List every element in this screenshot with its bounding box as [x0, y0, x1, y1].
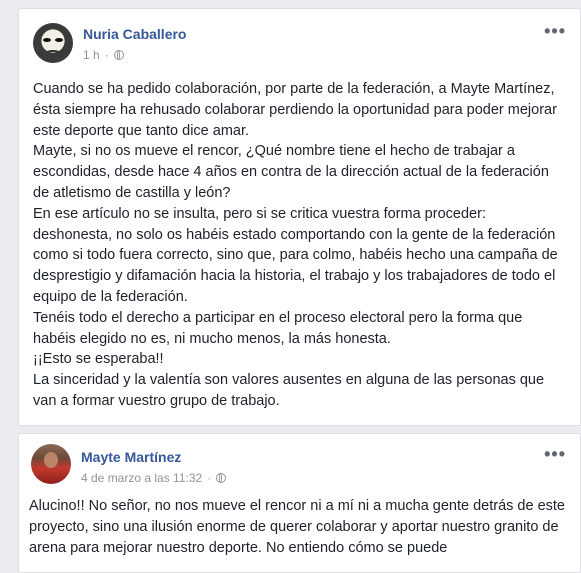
post-meta: 1 h ·: [83, 48, 124, 62]
globe-icon[interactable]: [216, 473, 227, 483]
author-avatar[interactable]: [33, 23, 73, 63]
reply-author-name[interactable]: Mayte Martínez: [81, 449, 181, 465]
post-paragraph: Mayte, si no os mueve el rencor, ¿Qué no…: [33, 143, 549, 201]
post-card: Nuria Caballero 1 h · ••• Cuando se ha p…: [18, 8, 581, 426]
post-paragraph: Cuando se ha pedido colaboración, por pa…: [33, 81, 557, 139]
dot-separator: ·: [104, 48, 109, 62]
post-options-button[interactable]: •••: [544, 21, 566, 42]
post-paragraph: En ese artículo no se insulta, pero si s…: [33, 205, 558, 305]
reply-card: Mayte Martínez 4 de marzo a las 11:32 · …: [18, 433, 581, 573]
avatar-face: [44, 452, 58, 468]
mask-mouth: [46, 50, 60, 55]
mask-eye-right: [55, 38, 63, 42]
reply-timestamp[interactable]: 4 de marzo a las 11:32: [81, 471, 202, 485]
post-body: Cuando se ha pedido colaboración, por pa…: [33, 79, 568, 412]
reply-meta: 4 de marzo a las 11:32 ·: [81, 471, 227, 485]
mask-eye-left: [43, 38, 51, 42]
post-paragraph: La sinceridad y la valentía son valores …: [33, 372, 545, 409]
reply-body: Alucino!! No señor, no nos mueve el renc…: [29, 498, 565, 556]
post-paragraph: Tenéis todo el derecho a participar en e…: [33, 309, 523, 347]
post-timestamp[interactable]: 1 h: [83, 48, 100, 62]
globe-icon[interactable]: [113, 50, 124, 60]
dot-separator: ·: [207, 471, 212, 485]
post-paragraph: ¡¡Esto se esperaba!!: [33, 351, 164, 368]
reply-options-button[interactable]: •••: [544, 444, 566, 465]
reply-author-avatar[interactable]: [31, 444, 71, 484]
author-name[interactable]: Nuria Caballero: [83, 26, 186, 42]
